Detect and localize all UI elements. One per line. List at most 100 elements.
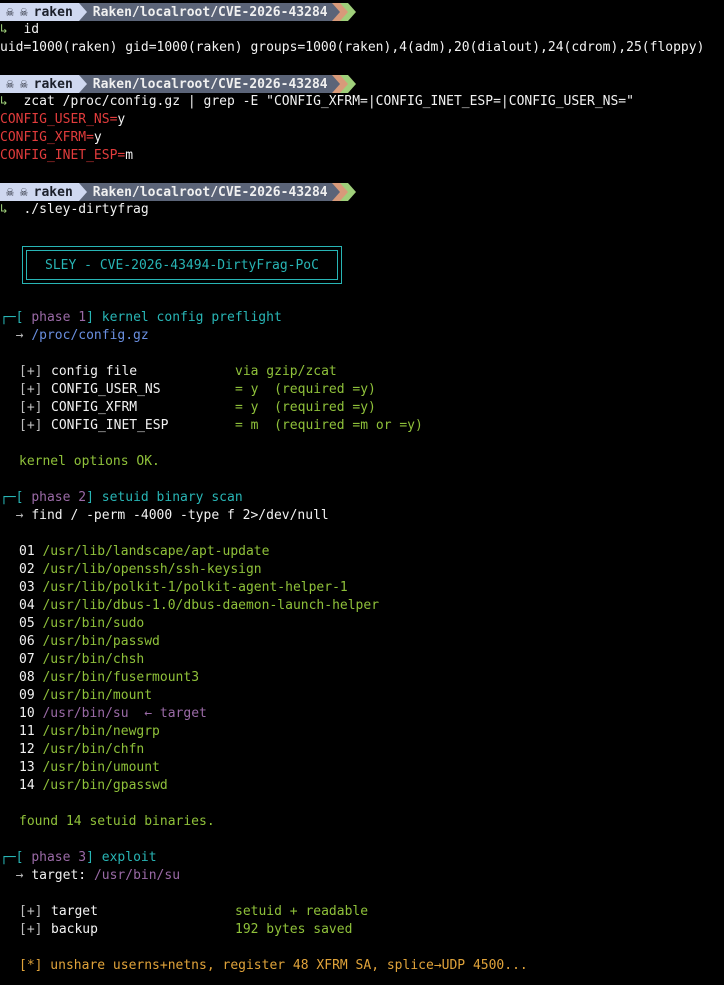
binary-list-item: 12 /usr/bin/chfn [19, 741, 144, 759]
binary-path: /usr/bin/fusermount3 [42, 670, 200, 685]
binary-path: /usr/lib/polkit-1/polkit-agent-helper-1 [42, 580, 348, 595]
prompt-1: ☠ ☠ raken Raken/localroot/CVE-2026-43284 [0, 3, 356, 21]
binary-list-item: 03 /usr/lib/polkit-1/polkit-agent-helper… [19, 579, 348, 597]
binary-path: /usr/bin/su [42, 706, 129, 721]
powerline-separator-icon [78, 3, 87, 21]
grep-output-line: CONFIG_INET_ESP=m [0, 148, 134, 163]
output-line: uid=1000(raken) gid=1000(raken) groups=1… [0, 40, 705, 55]
powerline-separator-icon [78, 75, 87, 93]
binary-list-item: 05 /usr/bin/sudo [19, 615, 144, 633]
terminal-window[interactable]: ☠ ☠ raken Raken/localroot/CVE-2026-43284… [0, 0, 724, 985]
command-line: ↳ ./sley-dirtyfrag [0, 201, 149, 219]
binary-path: /usr/lib/landscape/apt-update [42, 544, 270, 559]
grep-output-line: CONFIG_USER_NS=y [0, 112, 126, 127]
binary-index: 05 [19, 616, 35, 631]
prompt-user-segment: ☠ ☠ raken [0, 3, 79, 21]
binary-path: /usr/bin/mount [42, 688, 153, 703]
arrow-right-icon: → [15, 328, 24, 343]
binary-index: 04 [19, 598, 35, 613]
binary-list-item: 09 /usr/bin/mount [19, 687, 152, 705]
binary-list-item: 02 /usr/lib/openssh/ssh-keysign [19, 561, 262, 579]
skull-icon: ☠ [6, 184, 14, 200]
binary-list-item: 11 /usr/bin/newgrp [19, 723, 160, 741]
binary-index: 06 [19, 634, 35, 649]
binary-index: 01 [19, 544, 35, 559]
binary-path: /usr/lib/dbus-1.0/dbus-daemon-launch-hel… [42, 598, 380, 613]
powerline-separator-icon [347, 75, 356, 93]
prompt-path: Raken/localroot/CVE-2026-43284 [92, 76, 328, 92]
binary-index: 14 [19, 778, 35, 793]
arrow-right-icon: → [15, 508, 24, 523]
prompt-user-segment: ☠ ☠ raken [0, 183, 79, 201]
skull-icon: ☠ [19, 4, 28, 20]
prompt-path: Raken/localroot/CVE-2026-43284 [92, 4, 328, 20]
binary-path: /usr/bin/umount [42, 760, 160, 775]
skull-icon: ☠ [19, 184, 28, 200]
binary-list-item: 13 /usr/bin/umount [19, 759, 160, 777]
binary-index: 07 [19, 652, 35, 667]
binary-index: 08 [19, 670, 35, 685]
phase-3-action: [*] unshare userns+netns, register 48 XF… [19, 958, 528, 973]
prompt-user: raken [33, 76, 73, 92]
prompt-arrow-icon: ↳ [0, 22, 8, 37]
binary-list-item: 10 /usr/bin/su ← target [19, 705, 207, 723]
binary-list-item: 14 /usr/bin/gpasswd [19, 777, 168, 795]
phase-1-result: kernel options OK. [19, 454, 160, 469]
powerline-separator-icon [331, 3, 340, 21]
prompt-3: ☠ ☠ raken Raken/localroot/CVE-2026-43284 [0, 183, 356, 201]
arrow-right-icon: → [15, 868, 24, 883]
powerline-separator-icon [78, 183, 87, 201]
binary-path: /usr/bin/passwd [42, 634, 160, 649]
phase-2-header: ┌─[ phase 2] setuid binary scan [0, 490, 243, 505]
binary-path: /usr/bin/chfn [42, 742, 145, 757]
grep-output-line: CONFIG_XFRM=y [0, 130, 102, 145]
prompt-user-segment: ☠ ☠ raken [0, 75, 79, 93]
binary-index: 03 [19, 580, 35, 595]
powerline-separator-icon [331, 75, 340, 93]
prompt-path: Raken/localroot/CVE-2026-43284 [92, 184, 328, 200]
binary-index: 11 [19, 724, 35, 739]
binary-index: 10 [19, 706, 35, 721]
powerline-separator-icon [339, 183, 348, 201]
skull-icon: ☠ [6, 76, 14, 92]
command-text: zcat /proc/config.gz | grep -E "CONFIG_X… [23, 94, 634, 109]
prompt-2: ☠ ☠ raken Raken/localroot/CVE-2026-43284 [0, 75, 356, 93]
binary-path: /usr/lib/openssh/ssh-keysign [42, 562, 262, 577]
prompt-path-segment: Raken/localroot/CVE-2026-43284 [86, 3, 332, 21]
binary-index: 09 [19, 688, 35, 703]
binary-path: /usr/bin/gpasswd [42, 778, 168, 793]
target-marker: ← target [144, 706, 207, 721]
binary-path: /usr/bin/newgrp [42, 724, 160, 739]
phase-3-header: ┌─[ phase 3] exploit [0, 850, 157, 865]
binary-index: 13 [19, 760, 35, 775]
binary-list-item: 01 /usr/lib/landscape/apt-update [19, 543, 269, 561]
command-text: id [23, 22, 40, 37]
phase-1-header: ┌─[ phase 1] kernel config preflight [0, 310, 282, 325]
binary-path: /usr/bin/chsh [42, 652, 145, 667]
command-text: ./sley-dirtyfrag [23, 202, 149, 217]
powerline-separator-icon [347, 183, 356, 201]
skull-icon: ☠ [19, 76, 28, 92]
prompt-path-segment: Raken/localroot/CVE-2026-43284 [86, 183, 332, 201]
binary-path: /usr/bin/sudo [42, 616, 145, 631]
powerline-separator-icon [339, 75, 348, 93]
phase-1-sub: → /proc/config.gz [15, 328, 149, 343]
banner-title: SLEY - CVE-2026-43494-DirtyFrag-PoC [45, 257, 319, 273]
powerline-separator-icon [347, 3, 356, 21]
phase-2-sub: → find / -perm -4000 -type f 2>/dev/null [15, 508, 329, 523]
binary-list-item: 07 /usr/bin/chsh [19, 651, 144, 669]
prompt-arrow-icon: ↳ [0, 202, 8, 217]
command-line: ↳ id [0, 21, 39, 39]
phase-2-result: found 14 setuid binaries. [19, 814, 215, 829]
skull-icon: ☠ [6, 4, 14, 20]
binary-index: 12 [19, 742, 35, 757]
binary-list-item: 08 /usr/bin/fusermount3 [19, 669, 199, 687]
prompt-path-segment: Raken/localroot/CVE-2026-43284 [86, 75, 332, 93]
prompt-user: raken [33, 184, 73, 200]
binary-list-item: 06 /usr/bin/passwd [19, 633, 160, 651]
prompt-user: raken [33, 4, 73, 20]
phase-3-sub: → target: /usr/bin/su [15, 868, 181, 883]
tool-banner: SLEY - CVE-2026-43494-DirtyFrag-PoC [22, 246, 342, 284]
binary-index: 02 [19, 562, 35, 577]
binary-list-item: 04 /usr/lib/dbus-1.0/dbus-daemon-launch-… [19, 597, 379, 615]
